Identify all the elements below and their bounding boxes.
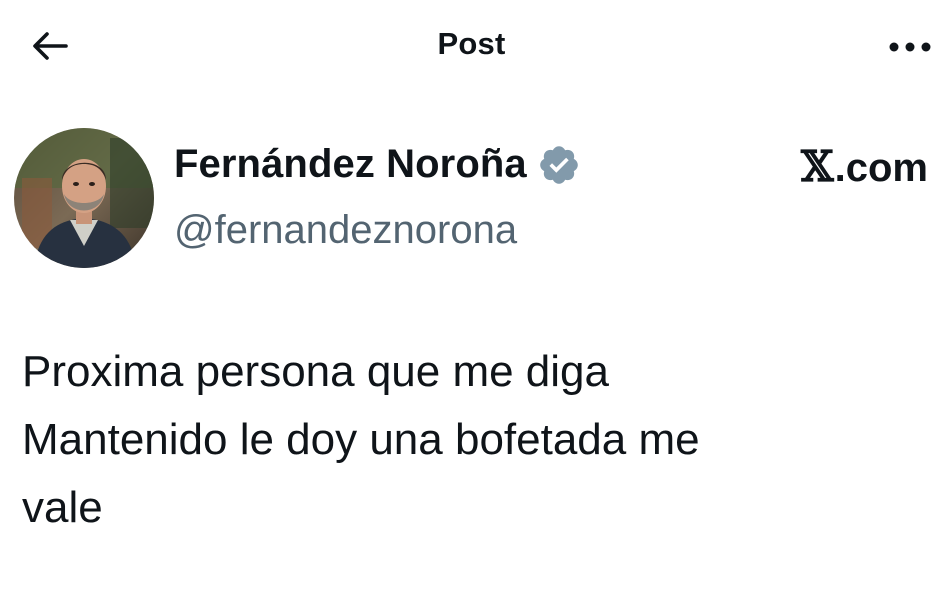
author-row: Fernández Noroña @fernandeznorona 𝕏 .com	[14, 128, 934, 268]
x-com-watermark: 𝕏 .com	[801, 142, 928, 191]
more-options-button[interactable]	[885, 30, 935, 64]
x-logo-icon: 𝕏	[801, 142, 834, 191]
user-handle[interactable]: @fernandeznorona	[174, 208, 517, 253]
display-name-row: Fernández Noroña	[174, 142, 581, 187]
verified-badge-icon	[537, 143, 581, 187]
more-horizontal-icon	[889, 42, 931, 52]
post-screenshot: Post Fernández Noroña @fernandeznorona 𝕏…	[0, 0, 943, 596]
watermark-domain: .com	[834, 146, 928, 190]
page-title: Post	[437, 26, 506, 61]
top-bar: Post	[0, 0, 943, 92]
display-name[interactable]: Fernández Noroña	[174, 142, 527, 187]
post-text: Proxima persona que me diga Mantenido le…	[22, 347, 700, 532]
avatar[interactable]	[14, 128, 154, 268]
